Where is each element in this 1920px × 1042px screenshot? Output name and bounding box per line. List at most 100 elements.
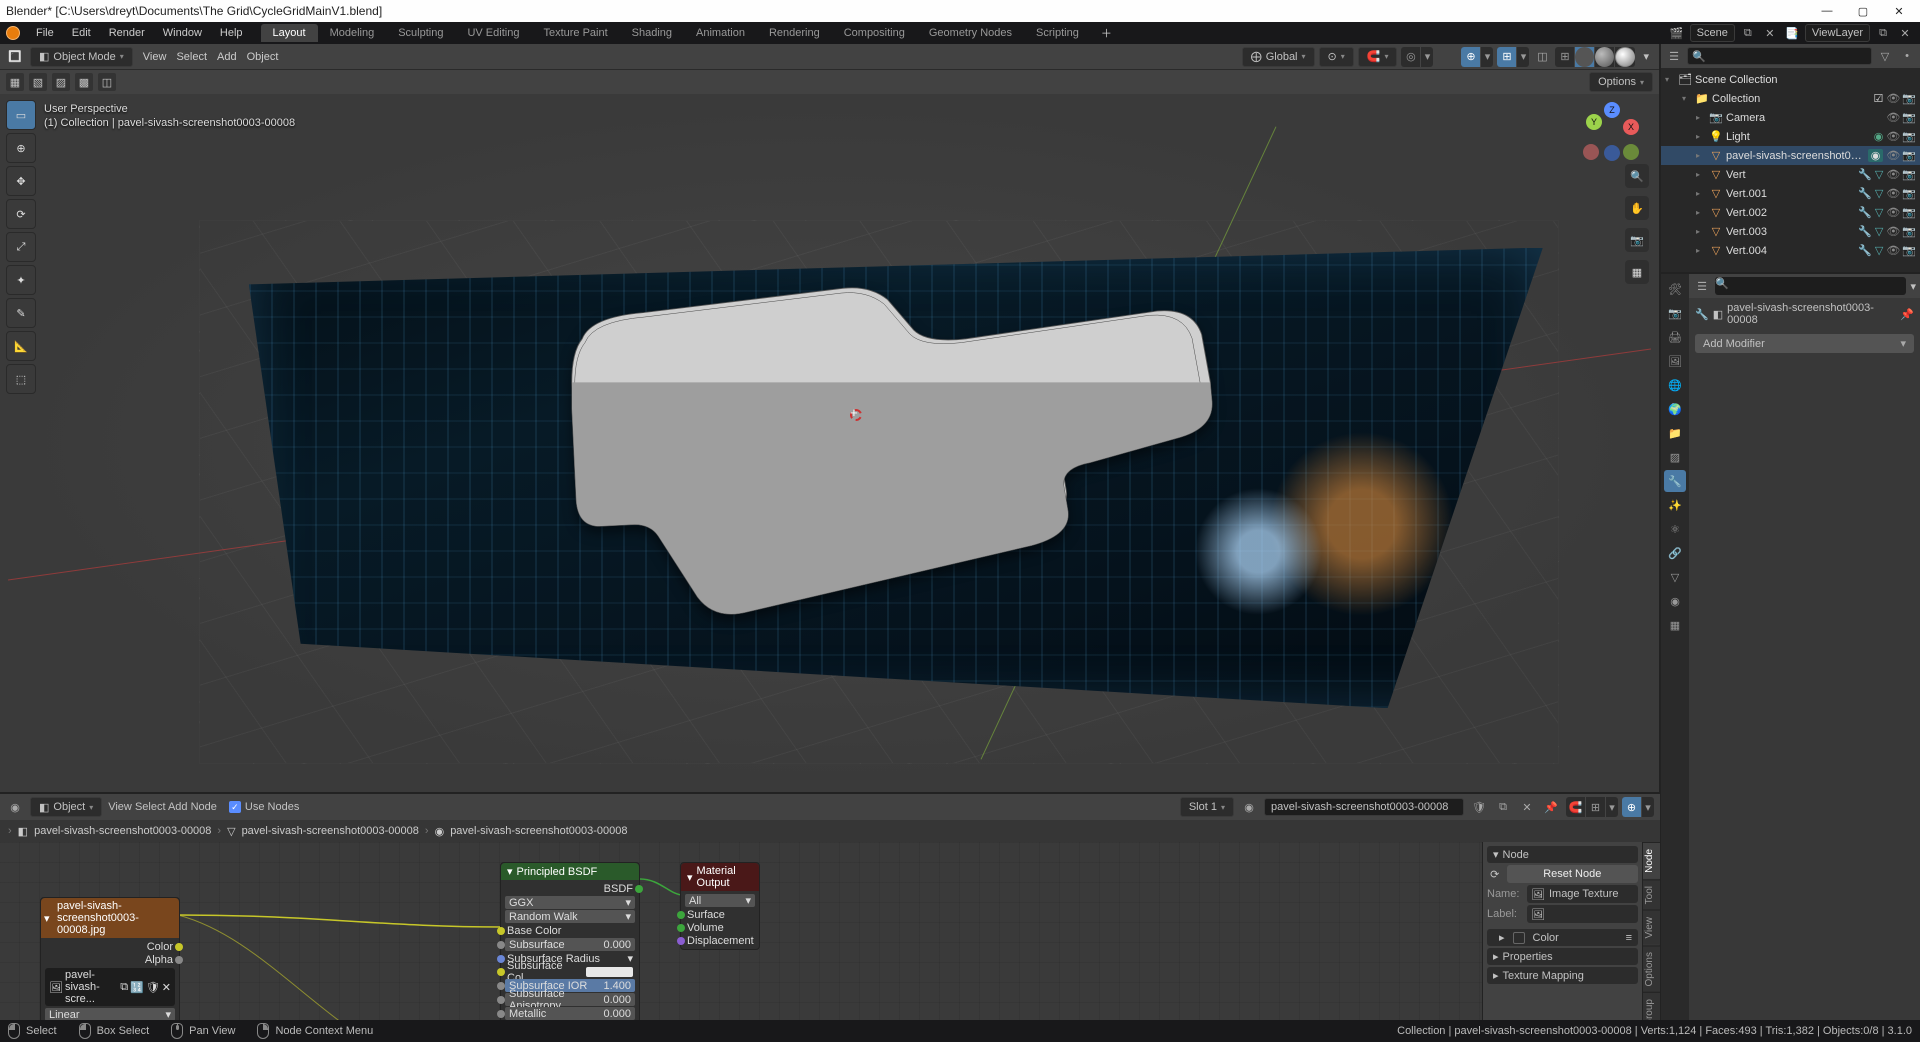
shading-modes[interactable]: ⊞ <box>1555 47 1635 67</box>
disable-render-icon[interactable]: 📷 <box>1902 92 1916 105</box>
ptab-physics[interactable]: ⚛ <box>1664 518 1686 540</box>
bc-back-icon[interactable]: › <box>8 825 12 837</box>
matout-target[interactable]: All▾ <box>685 894 755 907</box>
node-material-output[interactable]: ▾Material Output All▾ Surface Volume Dis… <box>680 862 760 950</box>
outliner-search[interactable]: 🔍 <box>1687 47 1872 65</box>
props-pin-icon[interactable]: 📌 <box>1900 308 1914 321</box>
ptab-object[interactable]: ▨ <box>1664 446 1686 468</box>
viewlayer-field[interactable]: ViewLayer <box>1805 24 1870 42</box>
eye-icon[interactable]: 👁 <box>1886 130 1900 143</box>
workspace-tab-texture-paint[interactable]: Texture Paint <box>531 24 619 42</box>
outliner-new-collection-icon[interactable]: • <box>1898 47 1916 65</box>
menu-help[interactable]: Help <box>212 22 251 44</box>
menu-file[interactable]: File <box>28 22 62 44</box>
node-label-field[interactable]: 🖼 <box>1527 905 1638 923</box>
material-browse-icon[interactable]: ◉ <box>1240 798 1258 816</box>
bsdf-input[interactable]: Subsurface Col... <box>501 965 639 978</box>
ptab-render[interactable]: 📷 <box>1664 302 1686 324</box>
tool-select-box[interactable]: ▭ <box>6 100 36 130</box>
ptab-material[interactable]: ◉ <box>1664 590 1686 612</box>
workspace-tab-geometry-nodes[interactable]: Geometry Nodes <box>917 24 1024 42</box>
perspective-toggle-icon[interactable]: ▦ <box>1625 260 1649 284</box>
ptab-particles[interactable]: ✨ <box>1664 494 1686 516</box>
workspace-tab-rendering[interactable]: Rendering <box>757 24 832 42</box>
blender-logo-icon[interactable] <box>6 26 20 40</box>
viewlayer-new-icon[interactable]: ⧉ <box>1874 24 1892 42</box>
zoom-icon[interactable]: 🔍 <box>1625 164 1649 188</box>
workspace-tab-compositing[interactable]: Compositing <box>832 24 917 42</box>
shading-options-icon[interactable]: ▾ <box>1639 50 1653 63</box>
outliner-item[interactable]: ▸▽Vert.003🔧▽👁📷 <box>1661 222 1920 241</box>
solid-shading-icon[interactable] <box>1575 47 1595 67</box>
panel-node[interactable]: ▾Node <box>1487 846 1638 863</box>
wireframe-shading-icon[interactable]: ⊞ <box>1555 47 1575 67</box>
tool-scale[interactable]: ⤢ <box>6 232 36 262</box>
matprev-shading-icon[interactable] <box>1595 47 1615 67</box>
ptab-scene[interactable]: 🌐 <box>1664 374 1686 396</box>
ne-tab-tool[interactable]: Tool <box>1643 879 1660 910</box>
ne-menu-node[interactable]: Node <box>191 801 217 813</box>
mat-new-icon[interactable]: ⧉ <box>1494 798 1512 816</box>
ptab-constraints[interactable]: 🔗 <box>1664 542 1686 564</box>
node-canvas[interactable]: ▾pavel-sivash-screenshot0003-00008.jpg C… <box>0 842 1660 1042</box>
mesh-object[interactable] <box>382 269 1411 618</box>
disable-render-icon[interactable]: 📷 <box>1902 244 1916 257</box>
outliner-item[interactable]: ▾📁Collection☑👁📷 <box>1661 89 1920 108</box>
disable-render-icon[interactable]: 📷 <box>1902 111 1916 124</box>
ne-editor-type-icon[interactable]: ◉ <box>6 798 24 816</box>
workspace-tab-animation[interactable]: Animation <box>684 24 757 42</box>
ptab-output[interactable]: 🖨 <box>1664 326 1686 348</box>
tool-measure[interactable]: 📐 <box>6 331 36 361</box>
gizmo-toggle[interactable]: ⊕▾ <box>1461 47 1493 67</box>
bsdf-distribution[interactable]: GGX▾ <box>505 896 635 909</box>
ptab-tool[interactable]: 🛠 <box>1664 278 1686 300</box>
node-name-field[interactable]: 🖼Image Texture <box>1527 885 1638 903</box>
outliner-item[interactable]: ▸📷Camera👁📷 <box>1661 108 1920 127</box>
workspace-tab-uv-editing[interactable]: UV Editing <box>455 24 531 42</box>
add-workspace-button[interactable]: ＋ <box>1093 22 1120 44</box>
menu-window[interactable]: Window <box>155 22 210 44</box>
orientation-dropdown[interactable]: ⨁Global▾ <box>1242 47 1315 67</box>
vp-menu-view[interactable]: View <box>143 51 167 63</box>
props-search[interactable]: 🔍 <box>1715 277 1906 295</box>
menu-edit[interactable]: Edit <box>64 22 99 44</box>
workspace-tab-shading[interactable]: Shading <box>620 24 684 42</box>
bsdf-input[interactable]: Metallic0.000 <box>505 1007 635 1020</box>
vp-menu-select[interactable]: Select <box>176 51 207 63</box>
camera-view-icon[interactable]: 📷 <box>1625 228 1649 252</box>
workspace-tab-modeling[interactable]: Modeling <box>318 24 387 42</box>
eye-icon[interactable]: 👁 <box>1886 225 1900 238</box>
snap-dropdown[interactable]: 🧲▾ <box>1358 47 1398 67</box>
ne-menu-view[interactable]: View <box>108 801 132 813</box>
outliner-item[interactable]: ▸▽Vert.004🔧▽👁📷 <box>1661 241 1920 260</box>
scene-del-icon[interactable]: ✕ <box>1761 24 1779 42</box>
workspace-tab-scripting[interactable]: Scripting <box>1024 24 1091 42</box>
ptab-modifiers[interactable]: 🔧 <box>1664 470 1686 492</box>
disable-render-icon[interactable]: 📷 <box>1902 168 1916 181</box>
rendered-shading-icon[interactable] <box>1615 47 1635 67</box>
mat-fake-user-icon[interactable]: 🛡 <box>1470 798 1488 816</box>
eye-icon[interactable]: 👁 <box>1886 149 1900 162</box>
viewlayer-icon[interactable]: 📑 <box>1783 24 1801 42</box>
bsdf-input[interactable]: Base Color <box>501 924 639 937</box>
maximize-icon[interactable]: ▢ <box>1854 5 1872 18</box>
eye-icon[interactable]: 👁 <box>1886 244 1900 257</box>
sel-mode-5[interactable]: ◫ <box>98 73 116 91</box>
tool-annotate[interactable]: ✎ <box>6 298 36 328</box>
overlay-toggle[interactable]: ⊞▾ <box>1497 47 1529 67</box>
scene-icon[interactable]: 🎬 <box>1668 24 1686 42</box>
outliner-item[interactable]: ▸▽Vert.002🔧▽👁📷 <box>1661 203 1920 222</box>
pan-icon[interactable]: ✋ <box>1625 196 1649 220</box>
bc-obj[interactable]: pavel-sivash-screenshot0003-00008 <box>34 825 211 837</box>
pivot-dropdown[interactable]: ⊙▾ <box>1319 47 1354 67</box>
disable-render-icon[interactable]: 📷 <box>1902 206 1916 219</box>
pin-icon[interactable]: 📌 <box>1542 798 1560 816</box>
proportional-edit[interactable]: ◎▾ <box>1401 47 1433 67</box>
panel-color[interactable]: ▸Color≡ <box>1487 929 1638 946</box>
workspace-tab-sculpting[interactable]: Sculpting <box>386 24 455 42</box>
eye-icon[interactable]: 👁 <box>1886 206 1900 219</box>
outliner-root[interactable]: ▾🗂Scene Collection <box>1661 70 1920 89</box>
sel-mode-4[interactable]: ▩ <box>75 73 93 91</box>
bsdf-sss-method[interactable]: Random Walk▾ <box>505 910 635 923</box>
ne-snap[interactable]: 🧲⊞▾ <box>1566 797 1618 817</box>
